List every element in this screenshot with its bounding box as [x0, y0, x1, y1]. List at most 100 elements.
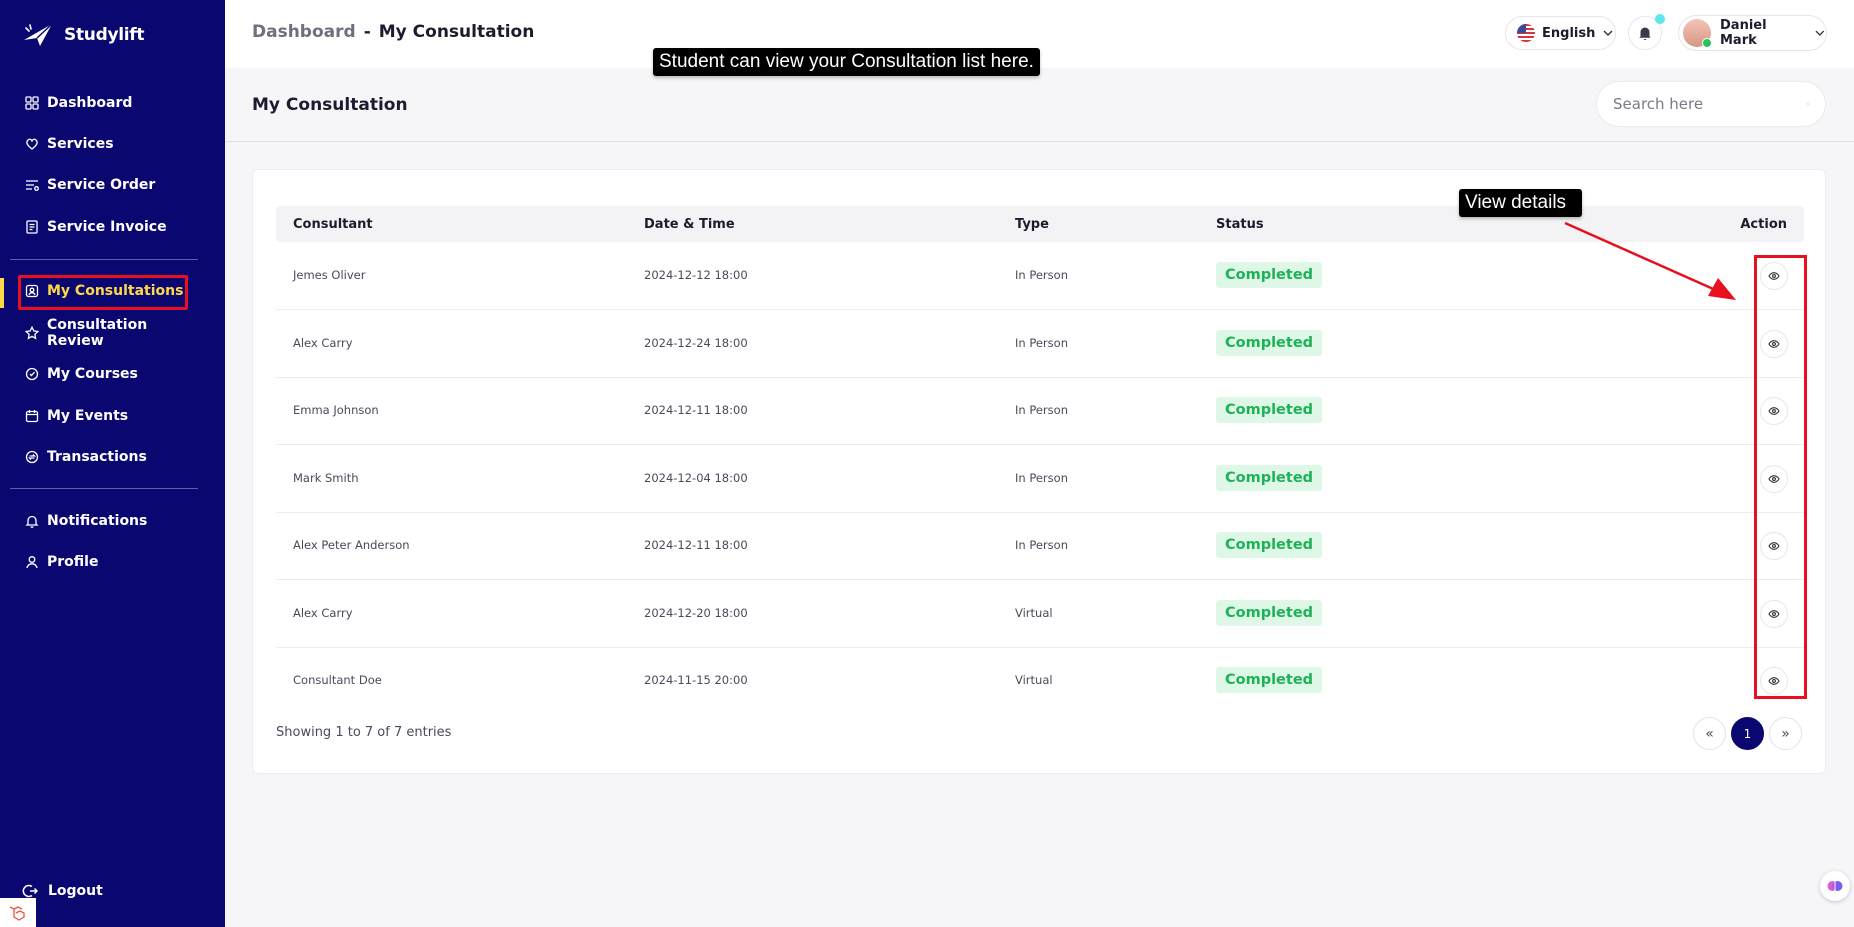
sidebar-item-notifications[interactable]: Notifications	[18, 506, 198, 536]
list-icon	[26, 180, 39, 191]
sidebar-item-transactions[interactable]: Transactions	[18, 442, 198, 472]
bell-icon	[1639, 27, 1651, 41]
plane-logo-icon	[24, 23, 53, 46]
consultation-datetime: 2024-12-24 18:00	[644, 336, 748, 350]
consultant-name: Emma Johnson	[293, 403, 379, 417]
courses-icon	[25, 367, 39, 381]
tooltip-view-details: View details	[1459, 189, 1583, 217]
invoice-icon	[26, 220, 38, 234]
breadcrumb-current: My Consultation	[378, 22, 535, 42]
sidebar-item-service-order[interactable]: Service Order	[18, 170, 198, 200]
sidebar-item-label: My Events	[47, 408, 129, 424]
pagination-next-button[interactable]: »	[1769, 717, 1802, 750]
laravel-icon	[9, 905, 25, 921]
table-row: Alex Carry 2024-12-20 18:00 Virtual Comp…	[276, 580, 1804, 648]
consultant-name: Alex Carry	[293, 606, 353, 620]
sidebar: Studylift Dashboard Services Service Ord…	[0, 0, 225, 927]
language-label: English	[1542, 25, 1596, 41]
table-row: Consultant Doe 2024-11-15 20:00 Virtual …	[276, 647, 1804, 715]
debug-badge[interactable]	[0, 898, 36, 927]
consultant-name: Jemes Oliver	[293, 268, 366, 282]
avatar	[1683, 19, 1712, 48]
star-icon	[25, 326, 39, 340]
sidebar-item-label: Service Order	[47, 177, 156, 193]
notification-dot	[1655, 14, 1665, 24]
sidebar-item-my-events[interactable]: My Events	[18, 401, 198, 431]
sidebar-item-consultation-review[interactable]: Consultation Review	[18, 317, 198, 349]
status-badge: Completed	[1216, 465, 1323, 491]
pagination-page-button[interactable]: 1	[1731, 717, 1764, 750]
sidebar-item-label: Services	[47, 136, 114, 152]
sidebar-item-service-invoice[interactable]: Service Invoice	[18, 212, 198, 242]
chevron-down-icon	[1815, 30, 1825, 36]
sidebar-divider	[10, 259, 198, 260]
logout-label: Logout	[48, 883, 103, 899]
consultant-name: Mark Smith	[293, 471, 359, 485]
sidebar-divider	[10, 488, 198, 489]
consultation-datetime: 2024-12-11 18:00	[644, 403, 748, 417]
column-header-date-time: Date & Time	[644, 217, 735, 232]
sidebar-item-profile[interactable]: Profile	[18, 547, 198, 577]
breadcrumb-separator: -	[363, 22, 371, 42]
table-row: Alex Peter Anderson 2024-12-11 18:00 In …	[276, 512, 1804, 580]
column-header-consultant: Consultant	[293, 217, 373, 232]
breadcrumb: Dashboard - My Consultation	[252, 22, 534, 42]
column-header-action: Action	[1740, 217, 1787, 232]
action-column-highlight-box	[1754, 255, 1807, 699]
search-input[interactable]	[1613, 95, 1807, 113]
app-name: Studylift	[64, 25, 145, 45]
status-badge: Completed	[1216, 262, 1323, 288]
column-header-status: Status	[1216, 217, 1264, 232]
consultation-datetime: 2024-11-15 20:00	[644, 673, 748, 687]
pagination-prev-button[interactable]: «	[1693, 717, 1726, 750]
sidebar-item-my-courses[interactable]: My Courses	[18, 359, 198, 389]
transactions-icon	[25, 450, 39, 464]
page-title-bar: My Consultation	[225, 68, 1854, 142]
table-row: Alex Carry 2024-12-24 18:00 In Person Co…	[276, 310, 1804, 378]
table-row: Mark Smith 2024-12-04 18:00 In Person Co…	[276, 445, 1804, 513]
user-menu[interactable]: Daniel Mark	[1678, 15, 1827, 51]
entries-info: Showing 1 to 7 of 7 entries	[276, 725, 452, 740]
consultant-name: Consultant Doe	[293, 673, 382, 687]
studylift-logo[interactable]: Studylift	[22, 20, 145, 50]
sidebar-item-label: My Courses	[47, 366, 138, 382]
logout-button[interactable]: Logout	[22, 883, 103, 899]
active-indicator	[0, 278, 4, 308]
user-icon	[26, 556, 38, 569]
status-badge: Completed	[1216, 330, 1323, 356]
sidebar-item-label: Notifications	[47, 513, 148, 529]
status-badge: Completed	[1216, 532, 1323, 558]
grid-icon	[25, 96, 39, 110]
consultant-name: Alex Peter Anderson	[293, 538, 410, 552]
consultation-datetime: 2024-12-20 18:00	[644, 606, 748, 620]
consultation-datetime: 2024-12-11 18:00	[644, 538, 748, 552]
sidebar-item-label: Service Invoice	[47, 219, 167, 235]
consultation-type: In Person	[1015, 403, 1068, 417]
annotation-arrow-icon	[1564, 221, 1736, 300]
calendar-icon	[25, 410, 39, 423]
brain-icon	[1827, 881, 1843, 891]
user-name: Daniel Mark	[1720, 18, 1767, 48]
consultation-type: In Person	[1015, 538, 1068, 552]
consultation-datetime: 2024-12-12 18:00	[644, 268, 748, 282]
search-icon[interactable]	[1807, 96, 1809, 112]
sidebar-item-label: Profile	[47, 554, 99, 570]
services-icon	[26, 138, 38, 150]
sidebar-item-label: Transactions	[47, 449, 147, 465]
floating-assistant-button[interactable]	[1820, 871, 1850, 901]
column-header-type: Type	[1015, 217, 1049, 232]
sidebar-item-label: Consultation Review	[47, 317, 148, 349]
status-badge: Completed	[1216, 667, 1323, 693]
consultation-datetime: 2024-12-04 18:00	[644, 471, 748, 485]
sidebar-item-label: Dashboard	[47, 95, 133, 111]
sidebar-item-services[interactable]: Services	[18, 129, 198, 159]
sidebar-item-dashboard[interactable]: Dashboard	[18, 88, 198, 118]
language-selector[interactable]: English	[1505, 16, 1616, 50]
bell-icon	[25, 515, 39, 528]
status-badge: Completed	[1216, 600, 1323, 626]
consultant-name: Alex Carry	[293, 336, 353, 350]
breadcrumb-root[interactable]: Dashboard	[252, 22, 356, 42]
consultation-type: In Person	[1015, 471, 1068, 485]
consultation-type: In Person	[1015, 268, 1068, 282]
consultation-type: In Person	[1015, 336, 1068, 350]
